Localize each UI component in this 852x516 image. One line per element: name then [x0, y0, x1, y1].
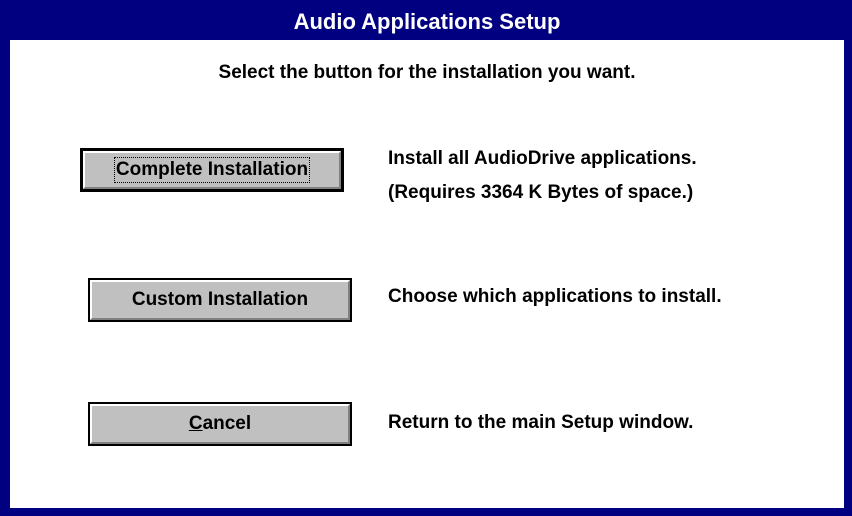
cancel-mnemonic: C	[188, 413, 203, 434]
complete-description-line-1: Install all AudioDrive applications.	[388, 148, 697, 169]
custom-installation-description: Choose which applications to install.	[388, 280, 722, 314]
custom-description-line-1: Choose which applications to install.	[388, 286, 722, 307]
cancel-label: Cancel	[189, 413, 251, 435]
cancel-label-rest: ancel	[202, 413, 252, 434]
cancel-button[interactable]: Cancel	[88, 402, 352, 446]
complete-installation-button[interactable]: Complete Installation	[80, 148, 344, 192]
window-title: Audio Applications Setup	[293, 9, 561, 34]
complete-installation-description: Install all AudioDrive applications. (Re…	[388, 142, 697, 210]
complete-description-line-2: (Requires 3364 K Bytes of space.)	[388, 182, 694, 203]
instruction-text: Select the button for the installation y…	[218, 62, 636, 83]
cancel-description: Return to the main Setup window.	[388, 406, 693, 440]
custom-installation-button[interactable]: Custom Installation	[88, 278, 352, 322]
cancel-description-line-1: Return to the main Setup window.	[388, 412, 694, 433]
custom-installation-label: Custom Installation	[131, 289, 309, 310]
complete-installation-label: Complete Installation	[113, 157, 311, 183]
title-bar[interactable]: Audio Applications Setup	[10, 0, 844, 40]
dialog-body: Select the button for the installation y…	[10, 40, 844, 508]
setup-dialog-window: Audio Applications Setup Select the butt…	[0, 0, 852, 516]
